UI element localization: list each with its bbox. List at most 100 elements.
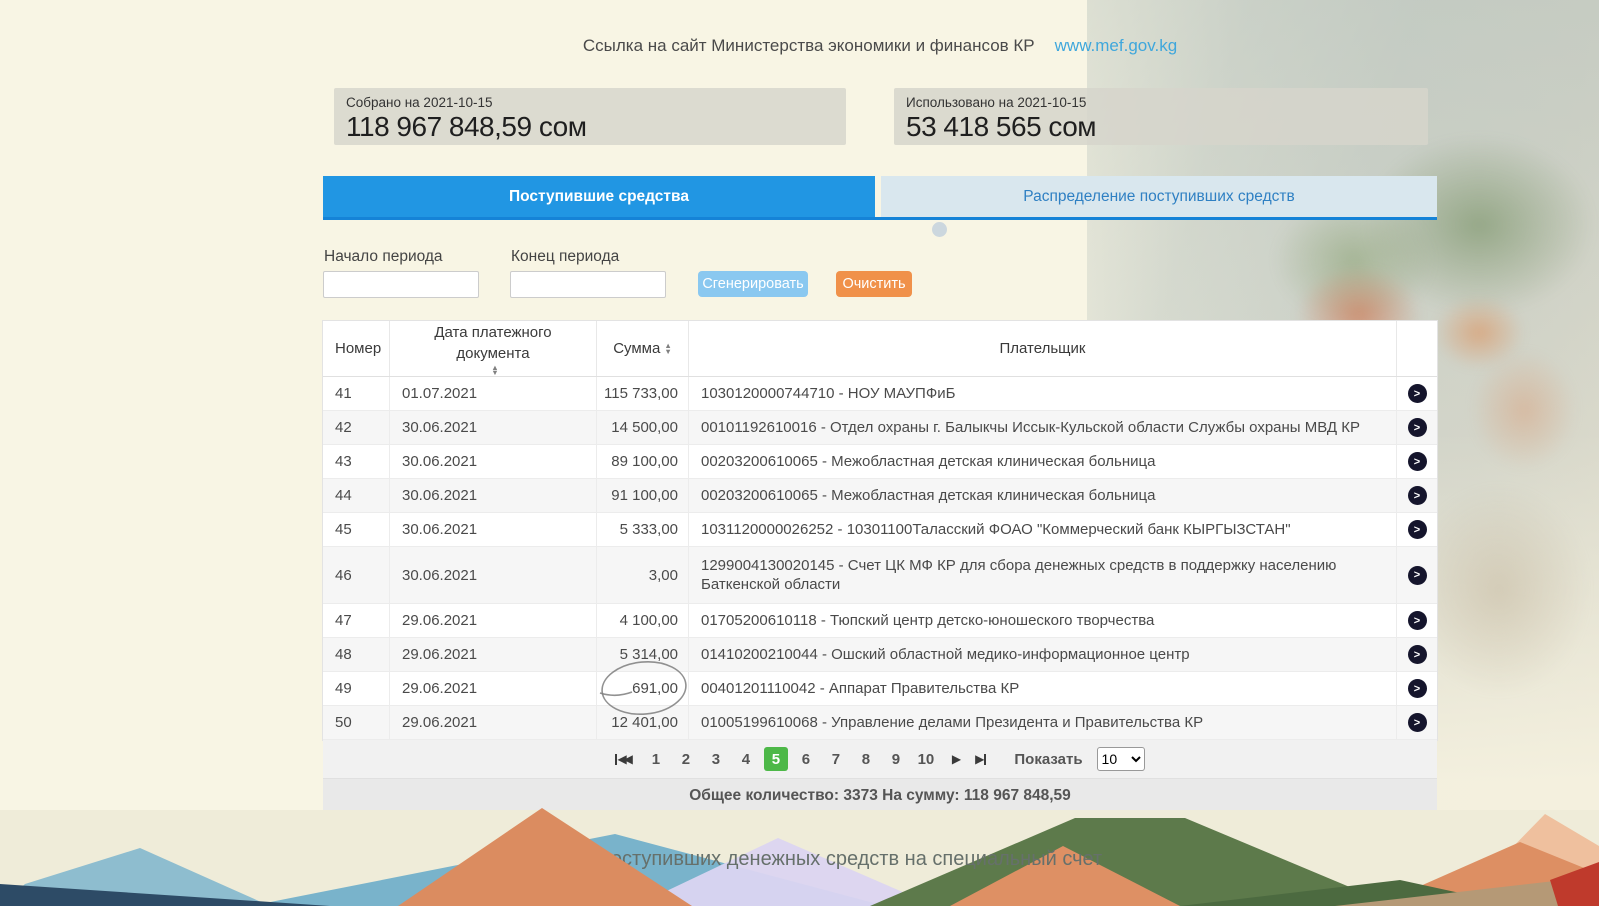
table-row: 4530.06.20215 333,001031120000026252 - 1… [323,513,1437,547]
table-row: 4430.06.202191 100,0000203200610065 - Ме… [323,479,1437,513]
next-page-icon[interactable]: ▶ [952,752,961,766]
tab-distribution-funds[interactable]: Распределение поступивших средств [881,176,1437,217]
header-number: Номер [323,321,390,376]
cell-payer: 00203200610065 - Межобластная детская кл… [689,445,1397,478]
header-date[interactable]: Дата платежного документа ▲▼ [390,321,597,376]
table-row: 4929.06.2021691,0000401201110042 - Аппар… [323,672,1437,706]
cell-action: > [1397,513,1437,546]
ministry-link-label: Ссылка на сайт Министерства экономики и … [583,36,1035,56]
row-detail-button[interactable]: > [1408,566,1427,585]
cell-amount: 4 100,00 [597,604,689,637]
cell-action: > [1397,604,1437,637]
cell-date: 30.06.2021 [390,411,597,444]
table-row: 4230.06.202114 500,0000101192610016 - От… [323,411,1437,445]
payments-table: Номер Дата платежного документа ▲▼ Сумма… [323,321,1437,740]
sort-icon[interactable]: ▲▼ [491,365,498,376]
header-amount[interactable]: Сумма ▲▼ [597,321,689,376]
cell-amount: 91 100,00 [597,479,689,512]
cell-payer: 1031120000026252 - 10301100Таласский ФОА… [689,513,1397,546]
first-page-icon[interactable]: ◀◀ [615,752,629,766]
chevron-right-icon: > [1414,422,1420,434]
page-number-6[interactable]: 6 [794,747,818,771]
page-number-1[interactable]: 1 [644,747,668,771]
cell-number: 42 [323,411,390,444]
cell-number: 46 [323,547,390,603]
chevron-right-icon: > [1414,717,1420,729]
cell-amount: 691,00 [597,672,689,705]
cell-payer: 01005199610068 - Управление делами Прези… [689,706,1397,739]
table-row: 4729.06.20214 100,0001705200610118 - Тюп… [323,604,1437,638]
cell-payer: 01410200210044 - Ошский областной медико… [689,638,1397,671]
cell-date: 29.06.2021 [390,672,597,705]
cell-action: > [1397,638,1437,671]
generate-button[interactable]: Сгенерировать [698,271,808,297]
cell-amount: 12 401,00 [597,706,689,739]
used-label: Использовано на 2021-10-15 [906,95,1428,110]
collected-label: Собрано на 2021-10-15 [346,95,846,110]
table-row: 4630.06.20213,001299004130020145 - Счет … [323,547,1437,604]
cell-action: > [1397,411,1437,444]
cell-date: 29.06.2021 [390,706,597,739]
cell-payer: 1030120000744710 - НОУ МАУПФиБ [689,377,1397,410]
cell-amount: 5 333,00 [597,513,689,546]
row-detail-button[interactable]: > [1408,645,1427,664]
table-row: 5029.06.202112 401,0001005199610068 - Уп… [323,706,1437,740]
page-number-8[interactable]: 8 [854,747,878,771]
row-detail-button[interactable]: > [1408,520,1427,539]
tab-bar: Поступившие средства Распределение посту… [323,176,1437,220]
header-line: Ссылка на сайт Министерства экономики и … [323,36,1437,56]
header-actions [1397,321,1437,376]
page-number-5[interactable]: 5 [764,747,788,771]
collected-value: 118 967 848,59 сом [346,111,846,143]
page-number-7[interactable]: 7 [824,747,848,771]
chevron-right-icon: > [1414,456,1420,468]
cell-number: 47 [323,604,390,637]
row-detail-button[interactable]: > [1408,452,1427,471]
cell-number: 43 [323,445,390,478]
clear-button[interactable]: Очистить [836,271,912,297]
row-detail-button[interactable]: > [1408,611,1427,630]
cell-payer: 00101192610016 - Отдел охраны г. Балыкчы… [689,411,1397,444]
cell-date: 30.06.2021 [390,445,597,478]
row-detail-button[interactable]: > [1408,486,1427,505]
row-detail-button[interactable]: > [1408,384,1427,403]
cell-date: 29.06.2021 [390,604,597,637]
ministry-link[interactable]: www.mef.gov.kg [1055,36,1178,56]
chevron-right-icon: > [1414,490,1420,502]
page: { "header": { "label": "Ссылка на сайт М… [0,0,1599,906]
cell-date: 01.07.2021 [390,377,597,410]
row-detail-button[interactable]: > [1408,418,1427,437]
page-number-3[interactable]: 3 [704,747,728,771]
cell-date: 29.06.2021 [390,638,597,671]
sort-icon[interactable]: ▲▼ [664,343,671,354]
page-number-4[interactable]: 4 [734,747,758,771]
cell-payer: 00203200610065 - Межобластная детская кл… [689,479,1397,512]
row-detail-button[interactable]: > [1408,713,1427,732]
show-label: Показать [1014,751,1082,768]
cell-payer: 1299004130020145 - Счет ЦК МФ КР для сбо… [689,547,1397,603]
page-number-10[interactable]: 10 [914,747,938,771]
decorative-dot [932,222,947,237]
cell-payer: 01705200610118 - Тюпский центр детско-юн… [689,604,1397,637]
last-page-icon[interactable]: ▶ [975,752,986,766]
cell-number: 49 [323,672,390,705]
cell-date: 30.06.2021 [390,479,597,512]
cell-date: 30.06.2021 [390,547,597,603]
tab-incoming-funds[interactable]: Поступившие средства [323,176,875,217]
page-numbers: 12345678910 [644,747,938,771]
row-detail-button[interactable]: > [1408,679,1427,698]
chevron-right-icon: > [1414,615,1420,627]
end-period-input[interactable] [510,271,666,298]
page-number-9[interactable]: 9 [884,747,908,771]
page-size-select[interactable]: 10 [1097,747,1145,771]
cell-number: 45 [323,513,390,546]
chevron-right-icon: > [1414,649,1420,661]
chevron-right-icon: > [1414,569,1420,581]
start-period-input[interactable] [323,271,479,298]
table-row: 4330.06.202189 100,0000203200610065 - Ме… [323,445,1437,479]
table-row: 4101.07.2021115 733,001030120000744710 -… [323,377,1437,411]
table-header-row: Номер Дата платежного документа ▲▼ Сумма… [323,321,1437,377]
footer-mountains [0,776,1599,906]
page-number-2[interactable]: 2 [674,747,698,771]
cell-payer: 00401201110042 - Аппарат Правительства К… [689,672,1397,705]
